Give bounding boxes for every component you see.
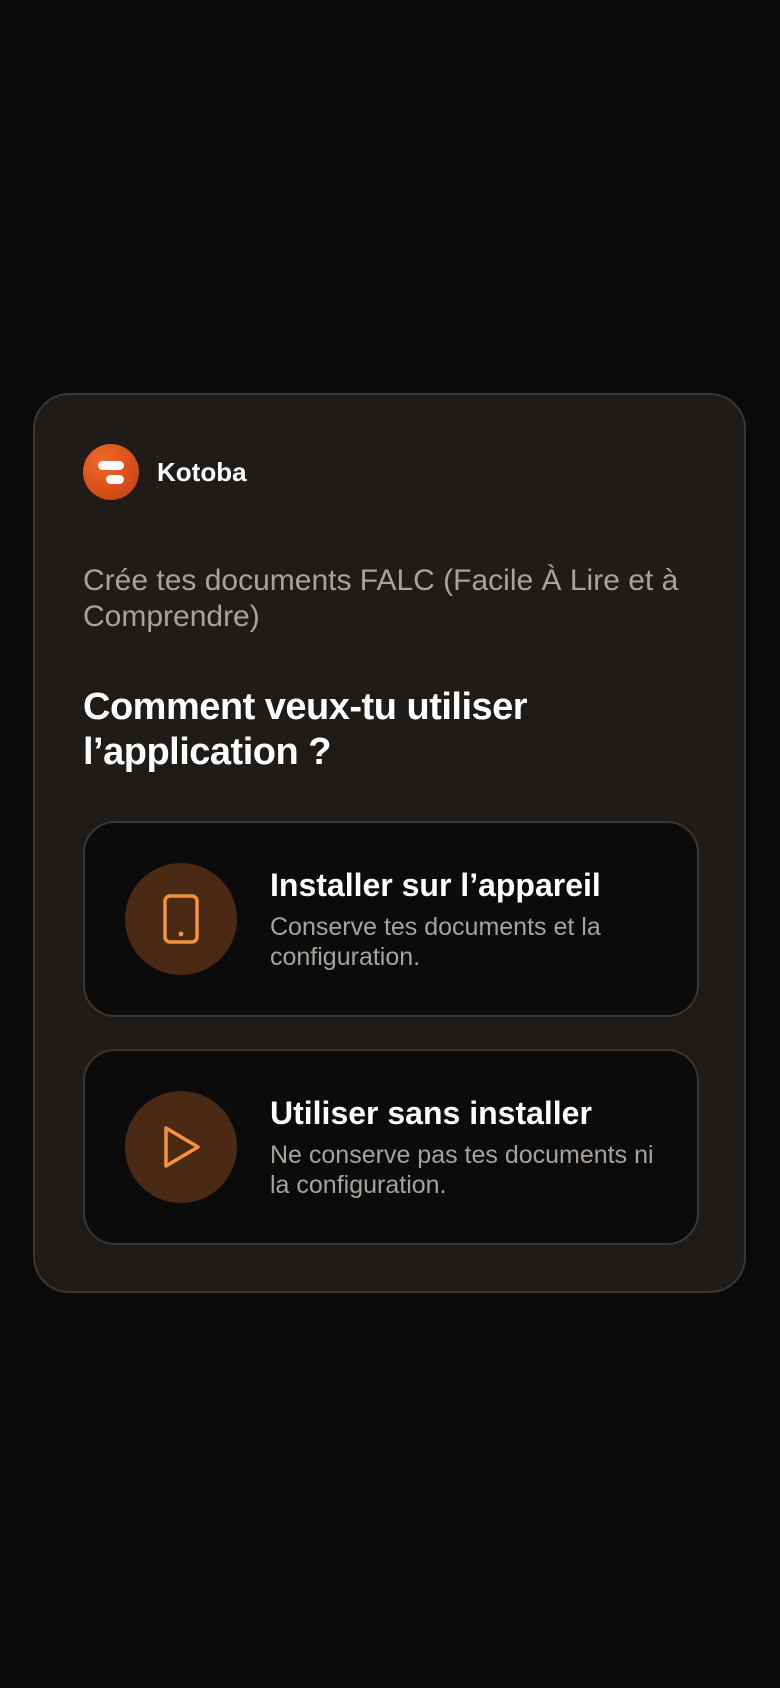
no-install-option-title: Utiliser sans installer xyxy=(270,1095,592,1131)
install-option-button[interactable]: Installer sur l’appareil Conserve tes do… xyxy=(83,821,699,1017)
play-icon xyxy=(125,1091,237,1203)
use-without-install-option-button[interactable]: Utiliser sans installer Ne conserve pas … xyxy=(83,1049,699,1245)
install-option-description: Conserve tes documents et la configurati… xyxy=(270,913,601,971)
no-install-option-description: Ne conserve pas tes documents ni la conf… xyxy=(270,1141,654,1199)
install-option-title: Installer sur l’appareil xyxy=(270,867,601,903)
brand-name: Kotoba xyxy=(157,456,247,487)
onboarding-card: Kotoba Crée tes documents FALC (Facile À… xyxy=(33,393,746,1293)
kotoba-logo-icon xyxy=(83,444,139,500)
brand-header: Kotoba xyxy=(83,443,696,501)
phone-icon xyxy=(125,863,237,975)
app-subtitle: Crée tes documents FALC (Facile À Lire e… xyxy=(83,564,679,633)
usage-question: Comment veux-tu utiliser l’application ? xyxy=(83,686,528,773)
usage-options: Installer sur l’appareil Conserve tes do… xyxy=(83,821,699,1245)
